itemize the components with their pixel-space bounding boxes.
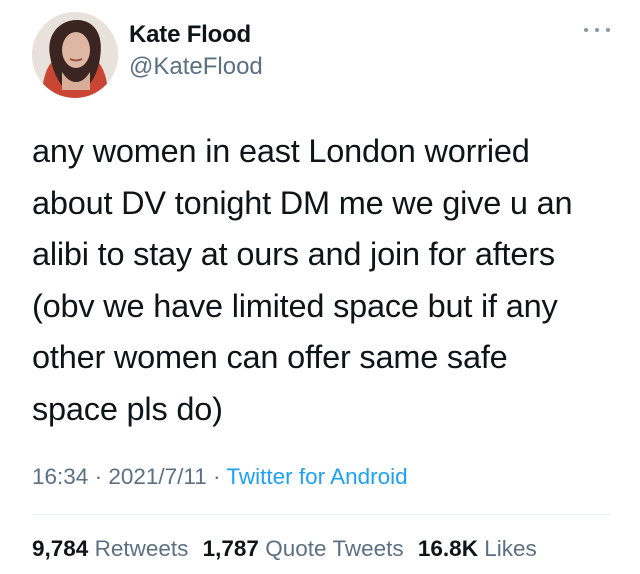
tweet-text-line: space pls do) bbox=[32, 390, 223, 427]
quote-tweets-label: Quote Tweets bbox=[265, 536, 404, 561]
retweets-count: 9,784 bbox=[32, 536, 89, 561]
tweet-text-line: about DV tonight DM me we give u an bbox=[32, 184, 573, 221]
meta-separator: · bbox=[206, 464, 227, 489]
engagement-stats: 9,784 Retweets 1,787 Quote Tweets 16.8K … bbox=[32, 536, 545, 562]
more-dot bbox=[606, 28, 610, 32]
tweet-metadata: 16:34 · 2021/7/11 · Twitter for Android bbox=[32, 464, 408, 490]
author-name[interactable]: Kate Flood bbox=[129, 21, 251, 49]
tweet-card: Kate Flood @KateFlood any women in east … bbox=[0, 0, 640, 574]
tweet-source-link[interactable]: Twitter for Android bbox=[226, 464, 407, 489]
tweet-time[interactable]: 16:34 bbox=[32, 464, 88, 489]
likes-label: Likes bbox=[484, 536, 537, 561]
tweet-text-line: alibi to stay at ours and join for after… bbox=[32, 236, 555, 272]
likes-count: 16.8K bbox=[417, 536, 478, 561]
quote-tweets-stat[interactable]: 1,787 Quote Tweets bbox=[203, 536, 404, 561]
retweets-stat[interactable]: 9,784 Retweets bbox=[32, 536, 188, 561]
tweet-text-line: other women can offer same safe bbox=[32, 339, 508, 375]
likes-stat[interactable]: 16.8K Likes bbox=[418, 536, 537, 561]
divider bbox=[32, 514, 610, 515]
avatar[interactable] bbox=[32, 12, 118, 98]
more-dot bbox=[595, 28, 599, 32]
more-dot bbox=[584, 28, 588, 32]
retweets-label: Retweets bbox=[94, 536, 189, 561]
avatar-photo bbox=[32, 12, 118, 98]
tweet-text-line: any women in east London worried bbox=[32, 133, 530, 169]
tweet-text-line: (obv we have limited space but if any bbox=[32, 287, 558, 324]
more-horizontal-icon[interactable] bbox=[584, 22, 610, 38]
tweet-text: any women in east London worried about D… bbox=[32, 126, 617, 435]
quote-tweets-count: 1,787 bbox=[202, 536, 259, 561]
author-handle[interactable]: @KateFlood bbox=[129, 53, 263, 81]
meta-separator: · bbox=[88, 464, 109, 489]
tweet-date[interactable]: 2021/7/11 bbox=[108, 464, 206, 489]
